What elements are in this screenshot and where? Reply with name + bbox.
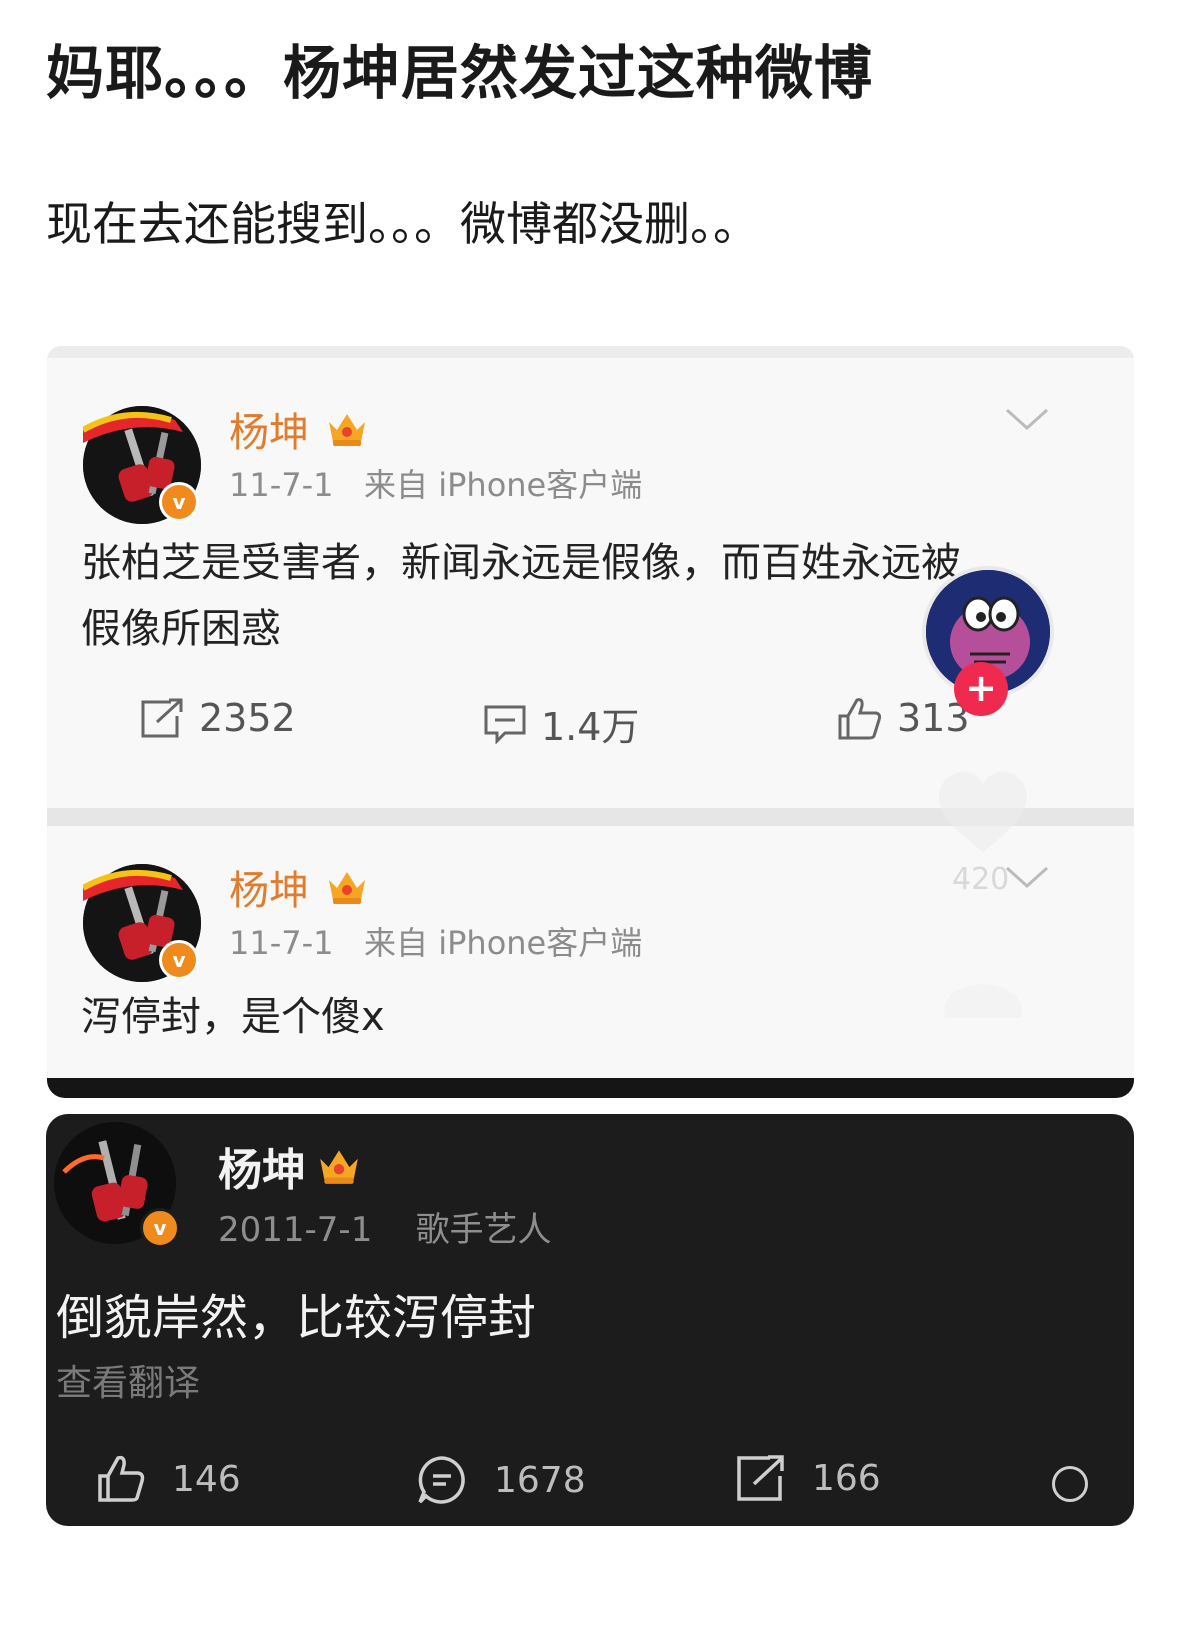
post-text-line: 张柏芝是受害者，新闻永远是假像，而百姓永远被 [81,540,961,586]
headline: 妈耶。。。杨坤居然发过这种微博 [46,39,874,107]
post-source: 来自 iPhone客户端 [364,924,643,962]
follow-plus-button[interactable]: + [954,662,1008,716]
ghost-like-count: 420 [952,862,1010,897]
comment-count: 1.4万 [541,705,640,749]
dark-weibo-card: v 杨坤 2011-7-1 歌手艺人 倒貌岸然，比较泻停封 查看翻译 146 1… [46,1114,1134,1526]
like-button[interactable]: 313 [837,696,970,740]
post-date: 2011-7-1 [218,1210,373,1250]
verified-icon: v [159,940,199,980]
post-meta: 11-7-1 来自 iPhone客户端 [229,918,642,964]
post-text: 张柏芝是受害者，新闻永远是假像，而百姓永远被 假像所困惑 [81,530,961,654]
avatar[interactable]: v [83,406,201,524]
username[interactable]: 杨坤 [218,1134,306,1198]
avatar[interactable]: v [54,1122,180,1248]
comment-button[interactable]: 1678 [416,1454,586,1506]
screenshot-top-edge [47,346,1134,358]
chevron-down-icon[interactable] [1005,866,1049,890]
screenshot-bottom-edge [47,1078,1134,1098]
post-text: 倒貌岸然，比较泻停封 [56,1290,537,1346]
comment-icon [484,705,526,744]
post-source: 来自 iPhone客户端 [364,466,643,504]
chevron-down-icon[interactable] [1005,408,1049,432]
crown-icon [329,872,365,904]
repost-count: 166 [812,1457,881,1499]
comment-bubble-icon[interactable] [935,978,1031,1028]
subline: 现在去还能搜到。。。微博都没删。。 [46,197,759,251]
repost-icon [737,1455,784,1501]
comment-icon [418,1456,465,1504]
more-icon[interactable] [1052,1466,1088,1502]
username[interactable]: 杨坤 [229,400,309,458]
like-icon [98,1455,145,1502]
comment-button[interactable]: 1.4万 [483,696,639,751]
repost-count: 2352 [199,696,296,740]
verified-icon: v [140,1208,180,1248]
crown-icon [320,1150,358,1184]
post-text-line: 假像所困惑 [81,606,281,652]
like-count: 146 [172,1458,241,1500]
translate-link[interactable]: 查看翻译 [56,1354,200,1406]
post-meta: 2011-7-1 歌手艺人 [218,1202,552,1251]
repost-icon [141,698,183,738]
crown-icon [329,414,365,446]
like-icon [838,698,882,740]
post-text: 泻停封，是个傻x [81,994,385,1040]
verified-icon: v [159,482,199,522]
post-meta: 11-7-1 来自 iPhone客户端 [229,460,642,506]
user-tag: 歌手艺人 [415,1210,552,1250]
repost-button[interactable]: 166 [736,1454,881,1502]
repost-button[interactable]: 2352 [141,696,296,740]
avatar[interactable]: v [83,864,201,982]
comment-count: 1678 [494,1459,586,1501]
heart-icon[interactable] [935,770,1031,856]
username[interactable]: 杨坤 [229,858,309,916]
post-date: 11-7-1 [229,466,334,504]
like-button[interactable]: 146 [96,1454,241,1504]
post-date: 11-7-1 [229,924,334,962]
